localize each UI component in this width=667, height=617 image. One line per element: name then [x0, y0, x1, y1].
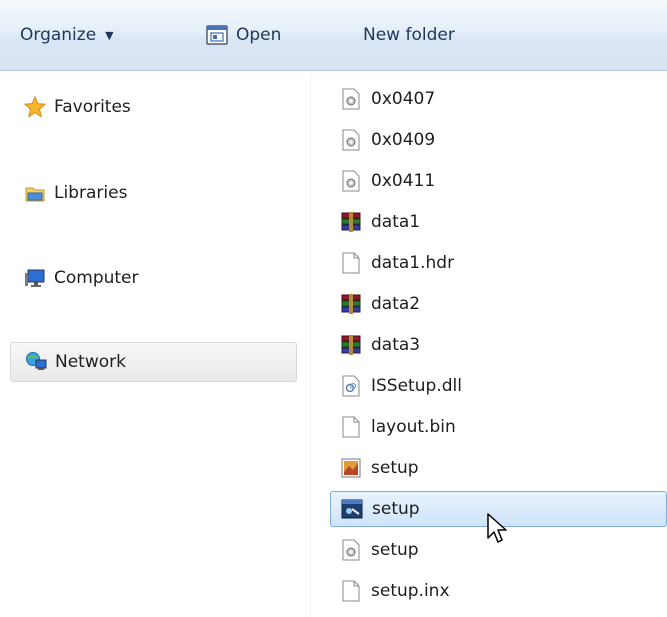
- file-row[interactable]: data1.hdr: [330, 245, 667, 281]
- config-file-icon: [340, 88, 362, 110]
- file-name: data1: [371, 212, 421, 232]
- nav-item-label: Network: [55, 352, 126, 372]
- file-row[interactable]: 0x0407: [330, 81, 667, 117]
- new-folder-button[interactable]: New folder: [363, 0, 455, 70]
- file-row[interactable]: setup.inx: [330, 573, 667, 609]
- config-file-icon: [340, 170, 362, 192]
- organize-label: Organize: [20, 25, 97, 45]
- blank-file-icon: [340, 252, 362, 274]
- navigation-pane: Favorites Libraries Computer Network: [0, 71, 310, 617]
- file-row[interactable]: layout.bin: [330, 409, 667, 445]
- config-file-icon: [340, 129, 362, 151]
- computer-icon: [24, 267, 46, 289]
- file-row[interactable]: 0x0409: [330, 122, 667, 158]
- image-file-icon: [340, 457, 362, 479]
- file-name: data3: [371, 335, 421, 355]
- nav-item-libraries[interactable]: Libraries: [10, 173, 297, 213]
- chevron-down-icon: ▼: [105, 28, 114, 42]
- config-file-icon: [340, 539, 362, 561]
- mouse-pointer-icon: [487, 513, 507, 543]
- file-row[interactable]: data3: [330, 327, 667, 363]
- new-folder-label: New folder: [363, 25, 455, 45]
- file-row[interactable]: 0x0411: [330, 163, 667, 199]
- file-row[interactable]: data2: [330, 286, 667, 322]
- network-icon: [25, 351, 47, 373]
- nav-item-label: Libraries: [54, 183, 128, 203]
- archive-icon: [340, 293, 362, 315]
- nav-item-label: Favorites: [54, 97, 131, 117]
- archive-icon: [340, 211, 362, 233]
- file-row[interactable]: data1: [330, 204, 667, 240]
- file-name: data2: [371, 294, 421, 314]
- file-name: data1.hdr: [371, 253, 455, 273]
- file-name: setup.inx: [371, 581, 450, 601]
- nav-item-label: Computer: [54, 268, 139, 288]
- file-name: setup: [371, 540, 419, 560]
- file-name: 0x0411: [371, 171, 436, 191]
- star-icon: [24, 96, 46, 118]
- organize-button[interactable]: Organize ▼: [20, 0, 114, 70]
- file-name: setup: [372, 499, 420, 519]
- file-name: setup: [371, 458, 419, 478]
- command-bar: Organize ▼ Open New folder: [0, 0, 667, 71]
- libraries-icon: [24, 182, 46, 204]
- nav-item-favorites[interactable]: Favorites: [10, 87, 297, 127]
- nav-item-computer[interactable]: Computer: [10, 258, 297, 298]
- setup-exe-icon: [341, 498, 363, 520]
- pane-divider[interactable]: [310, 71, 311, 617]
- file-name: 0x0407: [371, 89, 436, 109]
- file-name: 0x0409: [371, 130, 436, 150]
- file-name: layout.bin: [371, 417, 456, 437]
- open-label: Open: [236, 25, 282, 45]
- file-name: ISSetup.dll: [371, 376, 462, 396]
- file-row[interactable]: ISSetup.dll: [330, 368, 667, 404]
- dll-icon: [340, 375, 362, 397]
- file-row[interactable]: setup: [330, 450, 667, 486]
- archive-icon: [340, 334, 362, 356]
- nav-item-network[interactable]: Network: [10, 342, 297, 382]
- blank-file-icon: [340, 416, 362, 438]
- blank-file-icon: [340, 580, 362, 602]
- open-button[interactable]: Open: [206, 0, 281, 70]
- open-window-icon: [206, 25, 228, 45]
